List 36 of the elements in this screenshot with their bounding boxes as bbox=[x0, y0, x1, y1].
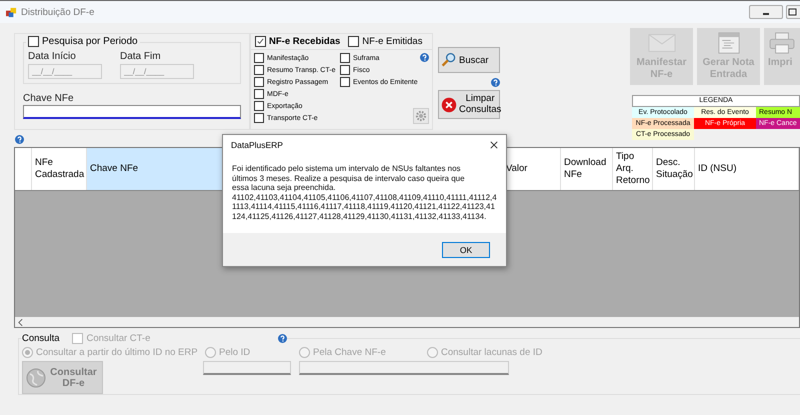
start-date-label: Data Início bbox=[28, 51, 77, 62]
column-header[interactable]: Download NFe bbox=[561, 148, 613, 190]
chave-label: Chave NFe bbox=[23, 93, 75, 104]
dialog-title: DataPlusERP bbox=[231, 140, 283, 150]
period-checkbox[interactable]: Pesquisa por Periodo bbox=[26, 36, 140, 47]
printer-icon bbox=[768, 32, 796, 54]
close-icon[interactable] bbox=[490, 141, 498, 149]
envelope-icon bbox=[648, 32, 676, 54]
maximize-button[interactable] bbox=[786, 5, 800, 19]
horizontal-scrollbar[interactable] bbox=[15, 317, 799, 327]
search-button[interactable]: Buscar bbox=[438, 47, 500, 73]
column-header[interactable]: Tipo Arq. Retorno bbox=[613, 148, 653, 190]
help-icon[interactable] bbox=[15, 135, 24, 144]
column-header[interactable]: Desc. Situação bbox=[653, 148, 695, 190]
document-type-checkbox[interactable]: NF-e Emitidas bbox=[348, 36, 422, 47]
clear-button[interactable]: Limpar Consultas bbox=[438, 90, 500, 119]
nsu-list: 41102,41103,41104,41105,41106,41107,41108,41109,41110,41111,41112,41113,41114,41115,41116,41117,41118,41119,41120,41121,41122,41123,41124,41125,41126,41127,41128,41129,41130,41131,41132,41133,41134. bbox=[232, 192, 498, 222]
end-date-label: Data Fim bbox=[120, 51, 162, 62]
help-icon[interactable] bbox=[278, 334, 287, 343]
chave-field[interactable] bbox=[23, 105, 241, 119]
maximize-icon bbox=[787, 7, 797, 17]
column-header[interactable]: ID (NSU) bbox=[695, 148, 799, 190]
app-icon bbox=[6, 6, 17, 18]
check-icon bbox=[256, 37, 265, 46]
document-type-checkbox[interactable]: NF-e Recebidas bbox=[255, 36, 340, 47]
minimize-button[interactable] bbox=[749, 5, 783, 19]
close-icon bbox=[441, 96, 457, 112]
globe-icon bbox=[26, 368, 46, 388]
help-icon[interactable] bbox=[420, 53, 429, 62]
dialog-message: Foi identificado pelo sistema um intervalo de NSUs faltantes nos últimos 3 meses. Realize a pesquisa de intervalo caso queira que essa lacuna seja preenchida. bbox=[232, 164, 466, 193]
help-icon[interactable] bbox=[491, 78, 500, 87]
window-title: Distribuição DF-e bbox=[21, 6, 94, 18]
consulta-title: Consulta bbox=[22, 333, 60, 344]
gear-icon bbox=[415, 110, 427, 122]
ok-button[interactable]: OK bbox=[442, 242, 490, 258]
search-icon bbox=[441, 52, 457, 68]
